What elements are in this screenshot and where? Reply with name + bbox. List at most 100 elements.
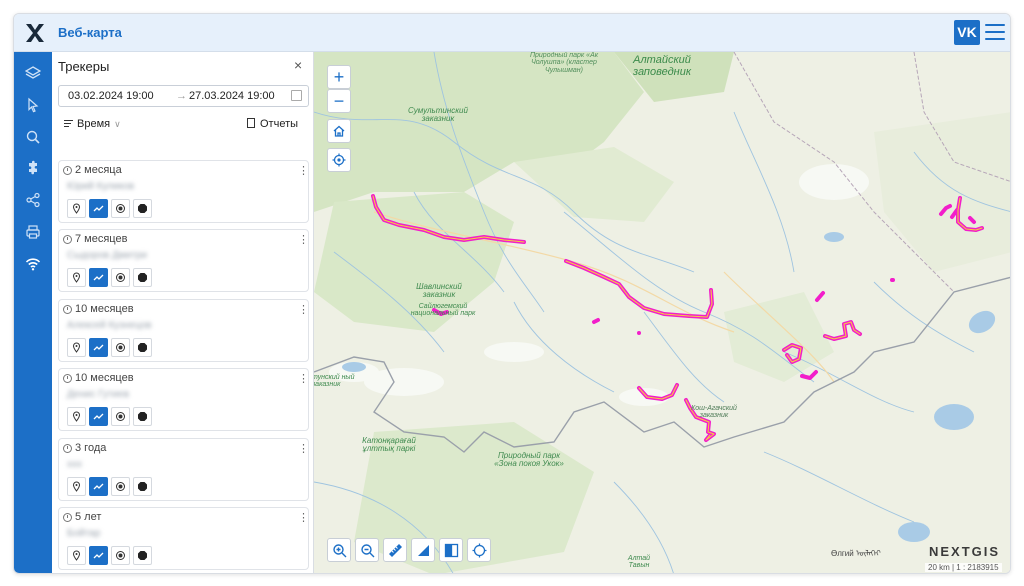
measure-area-button[interactable] [411,538,435,562]
points-icon[interactable] [111,407,130,426]
tracker-card[interactable]: 2 месяца ⋮ Юрий Куликов [58,160,309,223]
map-label: Алтай Тавын [627,555,651,570]
sort-label: Время [77,118,111,130]
location-pin-icon[interactable] [67,268,86,287]
ruler-icon [388,543,402,557]
home-icon [333,125,345,137]
sort-dropdown[interactable]: Время ∨ [64,118,121,130]
map-label: Природный парк «Зона покоя Укок» [494,451,564,469]
map-label: тунский ный заказник [314,374,355,389]
map-label: Катонқарағай ұлттық паркі [362,436,416,454]
user-avatar-button[interactable]: VK [954,20,980,45]
reports-label: Отчеты [260,118,299,130]
share-icon[interactable] [14,185,52,215]
map-view[interactable]: Алтайский заповедник Природный парк «Ак … [314,52,1010,573]
stop-icon[interactable] [133,199,152,218]
home-button[interactable] [327,119,351,143]
geolocate-button[interactable] [327,148,351,172]
more-options-icon[interactable]: ⋮ [298,233,309,246]
points-icon[interactable] [111,268,130,287]
place-label: Өлгий ᠥᠯᠡᠭᠡᠢ [831,549,881,558]
zoom-out-button[interactable]: − [327,89,351,113]
points-icon[interactable] [111,546,130,565]
nextgis-logo-icon[interactable] [24,22,46,44]
tracker-age: 7 месяцев [75,233,128,245]
location-pin-icon[interactable] [67,338,86,357]
wifi-icon[interactable] [14,249,52,279]
track-line-icon[interactable] [89,199,108,218]
map-label: Природный парк «Ак Чолушпа» (кластер Чул… [529,52,599,74]
tracker-card[interactable]: 7 месяцев ⋮ Сыдоров Дмитри [58,229,309,292]
track-line-icon[interactable] [89,477,108,496]
stop-icon[interactable] [133,338,152,357]
track-line-icon[interactable] [89,268,108,287]
swipe-button[interactable] [439,538,463,562]
zoom-in-icon [332,543,346,557]
tracker-name: Денис Гутиев [67,389,130,400]
more-options-icon[interactable]: ⋮ [298,303,309,316]
nextgis-brand: NEXTGIS [929,544,1001,559]
tracker-card[interactable]: 10 месяцев ⋮ Алексей Кузнецов [58,299,309,362]
track-line-icon[interactable] [89,338,108,357]
layers-icon[interactable] [14,58,52,88]
location-pin-icon[interactable] [67,407,86,426]
document-icon [247,118,255,128]
zoom-in-button[interactable]: + [327,65,351,89]
stop-icon[interactable] [133,477,152,496]
tool-rail [14,52,52,573]
tracker-name: Сыдоров Дмитри [67,250,147,261]
tracker-card[interactable]: 5 лет ⋮ Бойтар [58,507,309,570]
app-title: Веб-карта [58,25,122,40]
points-icon[interactable] [111,477,130,496]
tracker-name: Юрий Куликов [67,181,135,192]
more-options-icon[interactable]: ⋮ [298,372,309,385]
points-icon[interactable] [111,338,130,357]
measure-distance-button[interactable] [383,538,407,562]
clock-icon [63,305,72,314]
location-pin-icon[interactable] [67,477,86,496]
map-label: Кош-Агачский заказник [691,405,737,420]
points-icon[interactable] [111,199,130,218]
reports-button[interactable]: Отчеты [247,118,298,130]
search-icon[interactable] [14,122,52,152]
map-label: Сумультинский заказник [408,106,468,124]
tracker-card[interactable]: 3 года ⋮ ххх [58,438,309,501]
clock-icon [63,374,72,383]
cursor-icon[interactable] [14,90,52,120]
map-label: Сайлюгемский национальный парк [410,303,476,318]
tracker-name: Бойтар [67,528,101,539]
close-icon[interactable]: × [294,57,302,73]
sort-icon [64,119,73,129]
clock-icon [63,444,72,453]
clock-icon [63,513,72,522]
tracker-age: 10 месяцев [75,372,134,384]
split-view-icon [444,543,458,557]
hamburger-menu-icon[interactable] [985,24,1005,40]
stop-icon[interactable] [133,407,152,426]
location-pin-icon[interactable] [67,546,86,565]
zoom-in-tool-button[interactable] [327,538,351,562]
date-to[interactable]: 27.03.2024 19:00 [189,90,275,102]
print-icon[interactable] [14,217,52,247]
tracker-card[interactable]: 10 месяцев ⋮ Денис Гутиев [58,368,309,431]
area-icon [417,544,429,556]
date-range-picker[interactable]: 03.02.2024 19:00 → 27.03.2024 19:00 [58,85,309,107]
arrow-right-icon: → [176,90,187,102]
zoom-out-tool-button[interactable] [355,538,379,562]
identify-button[interactable] [467,538,491,562]
trackers-panel: Трекеры × 03.02.2024 19:00 → 27.03.2024 … [52,52,314,573]
puzzle-icon[interactable] [14,153,52,183]
clock-icon [63,235,72,244]
track-line-icon[interactable] [89,546,108,565]
track-line-icon[interactable] [89,407,108,426]
more-options-icon[interactable]: ⋮ [298,511,309,524]
stop-icon[interactable] [133,546,152,565]
more-options-icon[interactable]: ⋮ [298,442,309,455]
stop-icon[interactable] [133,268,152,287]
calendar-icon[interactable] [291,90,302,101]
location-pin-icon[interactable] [67,199,86,218]
more-options-icon[interactable]: ⋮ [298,164,309,177]
top-bar: Веб-карта VK [14,14,1010,52]
date-from[interactable]: 03.02.2024 19:00 [68,90,154,102]
clock-icon [63,166,72,175]
